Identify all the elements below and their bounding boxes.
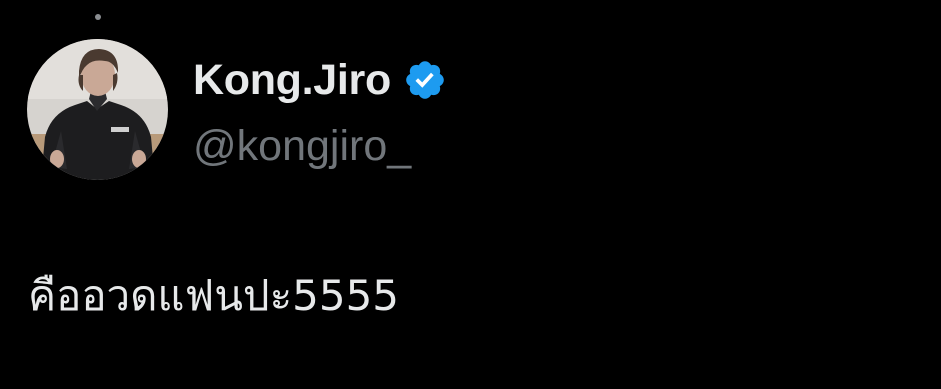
tweet-text: คืออวดแฟนปะ5555 <box>28 271 400 320</box>
profile-photo <box>27 39 168 180</box>
status-dot <box>95 14 101 20</box>
author-name-row: Kong.Jiro <box>193 52 447 108</box>
author-display-name[interactable]: Kong.Jiro <box>193 52 391 108</box>
author-handle[interactable]: @kongjiro_ <box>193 118 411 174</box>
avatar[interactable] <box>27 39 168 180</box>
verified-badge-icon[interactable] <box>403 58 447 102</box>
